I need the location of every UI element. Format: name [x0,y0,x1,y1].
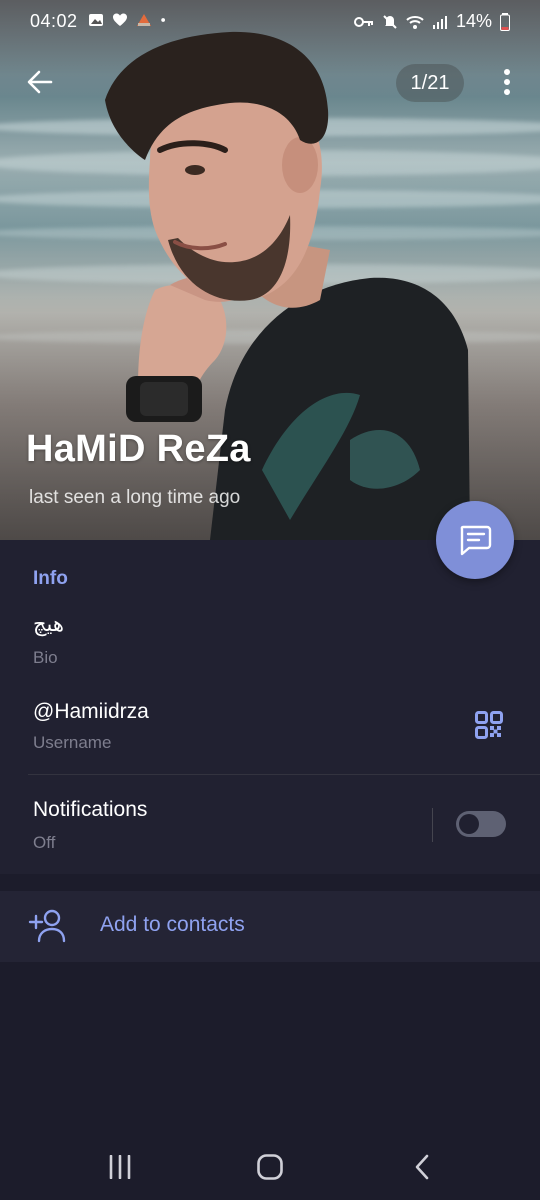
home-icon [257,1154,283,1180]
qr-code-button[interactable] [470,706,508,744]
notifications-toggle[interactable] [456,811,506,837]
app-notification-icon [137,14,151,26]
nav-back-button[interactable] [402,1150,442,1184]
divider [28,774,540,775]
profile-name: HaMiD ReZa [26,428,251,470]
gallery-icon [89,14,103,26]
username-label: Username [33,733,112,752]
vertical-divider [432,808,433,842]
add-to-contacts-label: Add to contacts [100,913,245,936]
notifications-state: Off [33,833,56,852]
chevron-left-icon [415,1154,429,1180]
username-value[interactable]: @Hamiidrza [33,700,149,724]
toggle-knob [459,814,479,834]
back-button[interactable] [20,62,60,102]
add-to-contacts-row[interactable]: Add to contacts [0,891,540,962]
bio-value[interactable]: هیچ [33,612,64,637]
info-section-title: Info [33,568,68,589]
signal-icon [432,15,447,29]
arrow-left-icon [27,70,53,94]
recent-apps-button[interactable] [100,1150,140,1184]
send-message-button[interactable] [436,501,514,579]
status-notification-icons [88,12,170,28]
mute-icon [383,14,397,29]
status-time: 04:02 [30,11,78,31]
dot-icon [161,18,165,22]
status-bar: 04:02 14% [0,0,540,44]
bio-label: Bio [33,648,58,667]
heart-icon [113,13,127,26]
recent-apps-icon [109,1155,131,1179]
last-seen-status: last seen a long time ago [29,487,241,508]
more-options-button[interactable] [490,62,524,102]
more-vertical-icon [504,69,510,95]
battery-percent: 14% [455,11,492,31]
qr-code-icon [475,711,503,739]
wifi-icon [406,15,424,29]
message-icon [460,525,492,556]
add-user-icon [28,909,66,943]
key-icon [353,16,373,27]
notifications-label[interactable]: Notifications [33,798,147,822]
info-section: Info هیچ Bio @Hamiidrza Username Notific… [0,540,540,874]
photo-counter: 1/21 [396,64,464,102]
status-system-icons: 14% [353,11,510,32]
battery-icon [500,12,510,31]
system-navigation-bar [0,1130,540,1200]
home-button[interactable] [250,1150,290,1184]
